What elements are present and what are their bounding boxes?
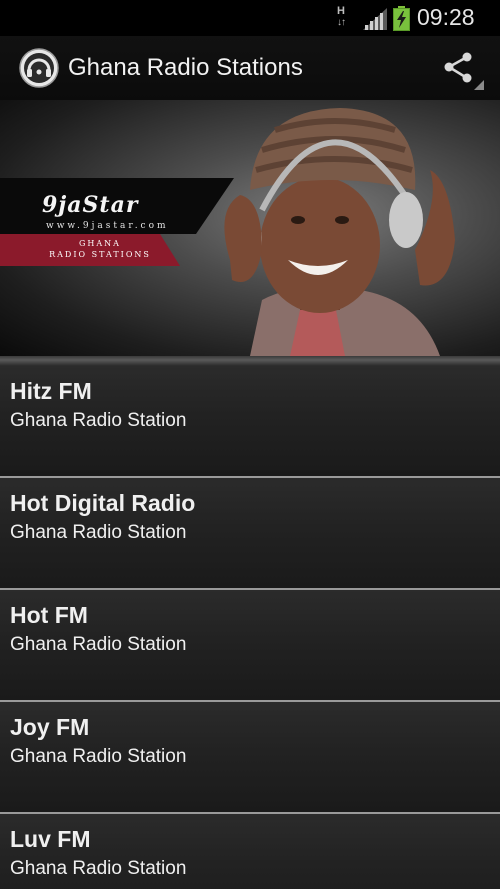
banner-tagline-line1: GHANA bbox=[79, 239, 121, 248]
banner-brand-logo: 9jaStar bbox=[42, 192, 139, 218]
station-name: Joy FM bbox=[10, 714, 90, 740]
banner-url: www.9jastar.com bbox=[46, 221, 169, 231]
network-type-label: H bbox=[337, 5, 345, 17]
radio-headphones-logo-icon[interactable] bbox=[19, 48, 59, 88]
station-subtitle: Ghana Radio Station bbox=[10, 746, 187, 767]
station-subtitle: Ghana Radio Station bbox=[10, 410, 187, 431]
banner-tagline: GHANA RADIO STATIONS bbox=[38, 238, 162, 260]
app-screen: H ↓↑ 09:28 Ghana Radio Stations 9jaStar … bbox=[0, 0, 500, 889]
status-clock: 09:28 bbox=[417, 4, 475, 30]
action-bar: Ghana Radio Stations bbox=[0, 36, 500, 101]
header-banner: 9jaStar www.9jastar.com GHANA RADIO STAT… bbox=[0, 100, 500, 356]
signal-icon bbox=[363, 8, 387, 30]
station-subtitle: Ghana Radio Station bbox=[10, 858, 187, 879]
list-item[interactable]: Joy FM Ghana Radio Station bbox=[0, 702, 500, 814]
station-name: Hot FM bbox=[10, 602, 88, 628]
status-bar: H ↓↑ 09:28 bbox=[0, 0, 500, 36]
station-name: Hot Digital Radio bbox=[10, 490, 196, 516]
page-title: Ghana Radio Stations bbox=[68, 54, 303, 81]
list-item[interactable]: Hot FM Ghana Radio Station bbox=[0, 590, 500, 702]
banner-divider bbox=[0, 356, 500, 366]
network-activity-icon: ↓↑ bbox=[337, 17, 346, 28]
banner-tagline-line2: RADIO STATIONS bbox=[49, 250, 151, 259]
station-subtitle: Ghana Radio Station bbox=[10, 634, 187, 655]
list-item[interactable]: Hot Digital Radio Ghana Radio Station bbox=[0, 478, 500, 590]
share-icon[interactable] bbox=[438, 48, 486, 92]
station-name: Luv FM bbox=[10, 826, 91, 852]
station-name: Hitz FM bbox=[10, 378, 92, 404]
list-item[interactable]: Hitz FM Ghana Radio Station bbox=[0, 366, 500, 478]
network-type-indicator: H ↓↑ bbox=[333, 5, 349, 31]
station-list: Hitz FM Ghana Radio Station Hot Digital … bbox=[0, 366, 500, 889]
battery-charging-icon bbox=[393, 6, 410, 31]
list-item[interactable]: Luv FM Ghana Radio Station bbox=[0, 814, 500, 889]
station-subtitle: Ghana Radio Station bbox=[10, 522, 187, 543]
